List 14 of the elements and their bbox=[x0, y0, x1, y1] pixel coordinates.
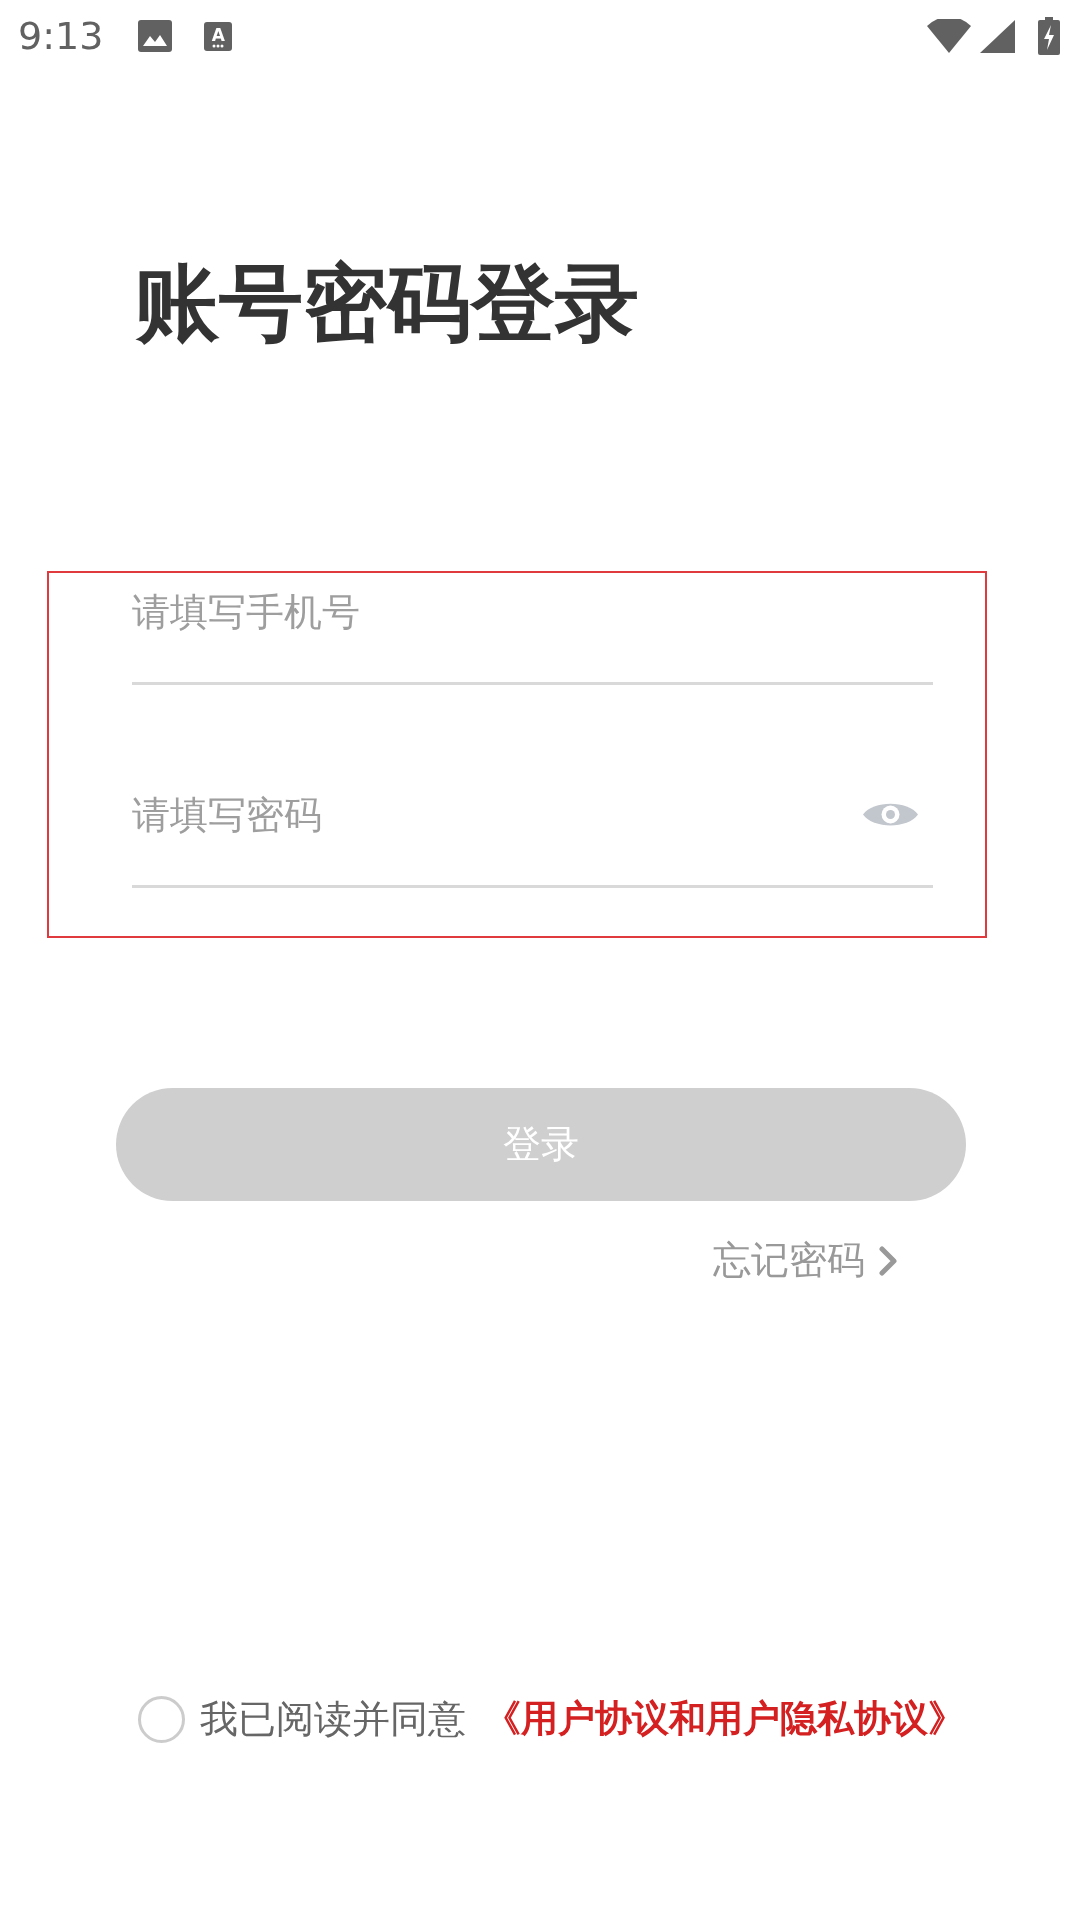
agreement-link[interactable]: 《用户协议和用户隐私协议》 bbox=[484, 1694, 965, 1745]
app-notification-icon: A bbox=[204, 21, 233, 51]
forgot-password-link[interactable]: 忘记密码 bbox=[713, 1235, 898, 1286]
status-time: 9:13 bbox=[18, 17, 104, 55]
phone-input-field[interactable]: 请填写手机号 bbox=[132, 577, 933, 646]
agreement-text: 我已阅读并同意 bbox=[200, 1695, 466, 1743]
password-input-field[interactable]: 请填写密码 bbox=[132, 780, 843, 849]
agree-radio[interactable] bbox=[138, 1695, 185, 1743]
chevron-right-icon bbox=[879, 1245, 898, 1276]
signal-icon bbox=[980, 19, 1015, 53]
battery-charging-icon bbox=[1038, 17, 1060, 55]
page-title: 账号密码登录 bbox=[135, 253, 639, 354]
wifi-icon bbox=[927, 19, 971, 53]
image-icon bbox=[138, 20, 173, 52]
